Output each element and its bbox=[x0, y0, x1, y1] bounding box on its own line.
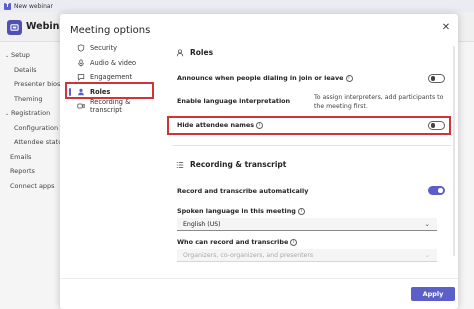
bg-nav-attendee-status[interactable]: Attendee status bbox=[0, 135, 66, 150]
list-lines-icon bbox=[176, 161, 184, 168]
bg-nav-label: Setup bbox=[11, 51, 30, 59]
roles-heading: Roles bbox=[176, 48, 213, 57]
window-title: New webinar bbox=[14, 2, 54, 10]
info-icon[interactable]: i bbox=[297, 207, 305, 215]
roles-highlight-box bbox=[65, 82, 154, 99]
who-can-record-label: Who can record and transcribe i bbox=[177, 238, 298, 246]
nav-item-label: Security bbox=[90, 44, 118, 53]
bg-nav-setup[interactable]: ⌄ Setup bbox=[0, 48, 60, 63]
language-interpretation-label: Enable language interpretation bbox=[177, 97, 290, 105]
who-can-record-dropdown[interactable]: Organizers, co-organizers, and presenter… bbox=[177, 249, 437, 262]
bg-nav-configuration[interactable]: Configuration bbox=[0, 121, 60, 136]
info-icon[interactable]: i bbox=[290, 238, 298, 246]
spoken-language-dropdown[interactable]: English (US) ⌄ bbox=[177, 218, 437, 231]
section-divider bbox=[173, 145, 451, 146]
language-interpretation-text: Enable language interpretation bbox=[177, 97, 291, 105]
announce-toggle[interactable] bbox=[428, 74, 445, 83]
bg-nav-label: Registration bbox=[11, 109, 51, 117]
who-can-record-value: Organizers, co-organizers, and presenter… bbox=[183, 251, 314, 259]
chevron-down-icon: ⌄ bbox=[424, 220, 430, 228]
spoken-language-label: Spoken language in this meeting i bbox=[177, 207, 305, 215]
spoken-language-text: Spoken language in this meeting bbox=[177, 207, 296, 215]
nav-item-security[interactable]: Security bbox=[64, 41, 160, 56]
webinar-logo-icon bbox=[7, 20, 22, 35]
record-auto-text: Record and transcribe automatically bbox=[177, 187, 309, 195]
background-nav: ⌄ Setup Details Presenter bios Theming ⌄ R… bbox=[0, 48, 66, 194]
chat-icon bbox=[77, 73, 85, 82]
recording-heading: Recording & transcript bbox=[176, 160, 286, 169]
bg-nav-connect-apps[interactable]: Connect apps bbox=[0, 179, 60, 194]
nav-item-recording[interactable]: Recording & transcript bbox=[64, 98, 160, 115]
recording-heading-text: Recording & transcript bbox=[190, 160, 287, 169]
hide-attendee-names-text: Hide attendee names bbox=[177, 121, 255, 129]
record-auto-toggle[interactable] bbox=[428, 186, 445, 195]
chevron-down-icon: ⌄ bbox=[424, 251, 430, 259]
window-titlebar: T New webinar bbox=[0, 0, 474, 12]
language-interpretation-note: To assign interpreters, add participants… bbox=[314, 94, 444, 110]
announce-label-text: Announce when people dialing in join or … bbox=[177, 74, 344, 82]
person-outline-icon bbox=[176, 48, 184, 56]
options-side-nav: Security Audio & video Engagement Roles … bbox=[64, 41, 160, 114]
roles-heading-text: Roles bbox=[190, 48, 214, 57]
nav-item-label: Recording & transcript bbox=[90, 98, 131, 115]
mic-icon bbox=[77, 59, 85, 67]
bg-nav-presenter-bios[interactable]: Presenter bios bbox=[0, 77, 60, 92]
record-auto-label: Record and transcribe automatically bbox=[177, 187, 308, 195]
apply-button[interactable]: Apply bbox=[411, 287, 455, 301]
recording-icon bbox=[77, 102, 85, 110]
teams-logo-icon: T bbox=[4, 2, 11, 10]
bg-nav-registration[interactable]: ⌄ Registration bbox=[0, 106, 60, 121]
hide-attendee-names-toggle[interactable] bbox=[428, 121, 445, 130]
spoken-language-value: English (US) bbox=[183, 220, 221, 228]
nav-item-label: Audio & video bbox=[90, 58, 137, 67]
announce-label: Announce when people dialing in join or … bbox=[177, 74, 353, 82]
hide-attendee-names-label: Hide attendee names i bbox=[177, 121, 264, 129]
meeting-options-dialog: Meeting options ✕ Security Audio & video… bbox=[60, 14, 458, 309]
content-scrollbar[interactable] bbox=[453, 46, 455, 256]
bg-nav-theming[interactable]: Theming bbox=[0, 92, 60, 107]
bg-nav-details[interactable]: Details bbox=[0, 63, 60, 78]
shield-icon bbox=[77, 44, 85, 52]
bg-nav-reports[interactable]: Reports bbox=[0, 164, 60, 179]
dialog-title: Meeting options bbox=[70, 25, 151, 36]
dialog-footer-divider bbox=[60, 278, 458, 279]
nav-item-audio-video[interactable]: Audio & video bbox=[64, 56, 160, 71]
info-icon[interactable]: i bbox=[256, 121, 264, 129]
info-icon[interactable]: i bbox=[345, 74, 353, 82]
nav-item-label: Engagement bbox=[90, 73, 133, 82]
options-content: Roles Announce when people dialing in jo… bbox=[167, 14, 453, 309]
who-can-record-text: Who can record and transcribe bbox=[177, 238, 289, 246]
bg-nav-emails[interactable]: Emails bbox=[0, 150, 60, 165]
